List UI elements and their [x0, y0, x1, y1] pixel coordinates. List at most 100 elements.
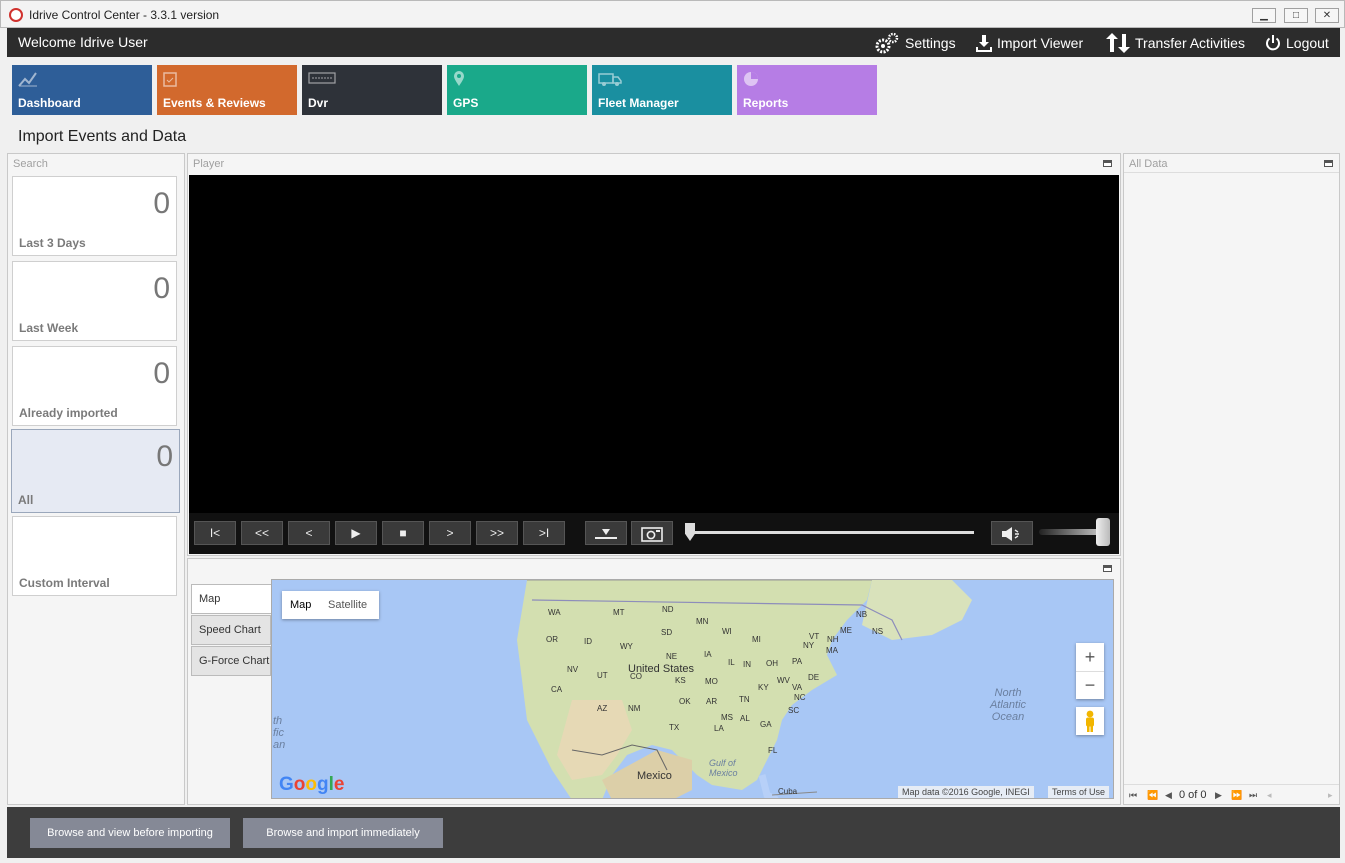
mute-button[interactable]	[991, 521, 1033, 545]
maximize-panel-icon[interactable]	[1103, 160, 1112, 167]
zoom-in-button[interactable]: +	[1076, 643, 1104, 671]
pegman-button[interactable]	[1076, 707, 1104, 735]
state-label: NM	[628, 704, 641, 713]
last-page-icon[interactable]: ⏭	[1249, 790, 1257, 801]
tab-map[interactable]: Map	[191, 584, 273, 614]
fast-forward-button[interactable]: >>	[476, 521, 518, 545]
scroll-right-icon[interactable]: ▸	[1328, 790, 1333, 801]
download-clip-button[interactable]	[585, 521, 627, 545]
state-label: NV	[567, 665, 579, 674]
window-titlebar: Idrive Control Center - 3.3.1 version ▁ …	[0, 0, 1345, 28]
minimize-button[interactable]: ▁	[1252, 8, 1276, 23]
rewind-button[interactable]: <<	[241, 521, 283, 545]
state-label: IL	[728, 658, 735, 667]
seek-bar[interactable]	[687, 531, 974, 534]
map-type-satellite[interactable]: Satellite	[328, 599, 367, 611]
zoom-out-button[interactable]: −	[1076, 671, 1104, 699]
maximize-panel-icon[interactable]	[1103, 565, 1112, 572]
state-label: WV	[777, 676, 790, 685]
all-data-panel-title: All Data	[1129, 158, 1168, 170]
state-label: PA	[792, 657, 803, 666]
volume-handle[interactable]	[1096, 518, 1110, 546]
step-forward-button[interactable]: >	[429, 521, 471, 545]
nav-tile-fleet-manager[interactable]: Fleet Manager	[592, 65, 732, 115]
nav-tile-events-reviews[interactable]: Events & Reviews	[157, 65, 297, 115]
settings-button[interactable]: Settings	[874, 32, 956, 54]
dvr-icon	[308, 71, 336, 88]
nav-tile-reports[interactable]: Reports	[737, 65, 877, 115]
prev-page-icon[interactable]: ◀	[1165, 790, 1172, 801]
map-type-map[interactable]: Map	[290, 599, 311, 611]
filter-count: 0	[153, 187, 170, 220]
state-label: DE	[808, 673, 820, 682]
last-frame-button[interactable]: >I	[523, 521, 565, 545]
state-label: KS	[675, 676, 686, 685]
tab-g-force-chart[interactable]: G-Force Chart	[191, 646, 271, 676]
sea-label: Gulf of Mexico	[709, 758, 738, 778]
ocean-label: North Atlantic Ocean	[989, 687, 1027, 723]
gears-icon	[875, 32, 899, 54]
play-button[interactable]: ▶	[335, 521, 377, 545]
state-label: IN	[743, 660, 751, 669]
state-label: NS	[872, 627, 884, 636]
import-viewer-label: Import Viewer	[997, 35, 1084, 51]
state-label: WY	[620, 642, 633, 651]
seek-handle[interactable]	[685, 523, 695, 541]
nav-tile-gps[interactable]: GPS	[447, 65, 587, 115]
tab-speed-chart[interactable]: Speed Chart	[191, 615, 271, 645]
next-block-icon[interactable]: ⏩	[1231, 790, 1242, 801]
state-label: MT	[613, 608, 625, 617]
state-label: SD	[661, 628, 673, 637]
browse-view-button[interactable]: Browse and view before importing	[30, 818, 230, 848]
footer-bar: Browse and view before importing Browse …	[7, 807, 1340, 858]
next-page-icon[interactable]: ▶	[1215, 790, 1222, 801]
state-label: FL	[768, 746, 778, 755]
google-logo: Google	[279, 774, 345, 795]
state-label: IA	[704, 650, 712, 659]
terms-link[interactable]: Terms of Use	[1048, 786, 1110, 798]
close-button[interactable]: ✕	[1315, 8, 1339, 23]
transfer-activities-button[interactable]: Transfer Activities	[1106, 33, 1245, 53]
country-label: Cuba	[778, 787, 798, 796]
video-display[interactable]	[189, 175, 1119, 513]
state-label: WI	[722, 627, 732, 636]
map-attribution: Map data ©2016 Google, INEGI	[898, 786, 1034, 798]
zoom-control: + −	[1076, 643, 1104, 699]
nav-tile-label: Dvr	[308, 96, 329, 110]
state-label: NC	[794, 693, 806, 702]
state-label: AZ	[597, 704, 608, 713]
player-panel-title: Player	[193, 158, 225, 170]
first-page-icon[interactable]: ⏮	[1129, 790, 1137, 801]
volume-slider[interactable]	[1039, 529, 1104, 535]
search-panel-title: Search	[13, 158, 48, 170]
snapshot-button[interactable]	[631, 521, 673, 545]
logout-button[interactable]: Logout	[1265, 33, 1329, 53]
filter-count: 0	[156, 440, 173, 473]
prev-block-icon[interactable]: ⏪	[1147, 790, 1158, 801]
google-map[interactable]: WA MT ND MN OR ID SD WI MI WY NE IA NV UT CO KS MO IL IN OH…	[271, 579, 1114, 799]
browse-import-button[interactable]: Browse and import immediately	[243, 818, 443, 848]
pager-status: 0 of 0	[1179, 789, 1207, 801]
step-back-button[interactable]: <	[288, 521, 330, 545]
country-label: United States	[628, 663, 695, 675]
state-label: TN	[739, 695, 750, 704]
app-logo-icon	[9, 8, 23, 22]
state-label: UT	[597, 671, 608, 680]
top-header: Welcome Idrive User Settings Import View…	[7, 28, 1340, 57]
state-label: VT	[809, 632, 820, 641]
filter-card-all[interactable]: 0 All	[11, 429, 180, 513]
scroll-left-icon[interactable]: ◂	[1267, 790, 1272, 801]
stop-button[interactable]: ■	[382, 521, 424, 545]
filter-card-last-3-days[interactable]: 0 Last 3 Days	[12, 176, 177, 256]
first-frame-button[interactable]: I<	[194, 521, 236, 545]
nav-tile-dashboard[interactable]: Dashboard	[12, 65, 152, 115]
filter-card-last-week[interactable]: 0 Last Week	[12, 261, 177, 341]
maximize-panel-icon[interactable]	[1324, 160, 1333, 167]
state-label: OR	[546, 635, 558, 644]
maximize-button[interactable]: □	[1284, 8, 1308, 23]
state-label: AL	[740, 714, 750, 723]
filter-card-custom-interval[interactable]: Custom Interval	[12, 516, 177, 596]
filter-card-already-imported[interactable]: 0 Already imported	[12, 346, 177, 426]
import-viewer-button[interactable]: Import Viewer	[976, 33, 1083, 53]
nav-tile-dvr[interactable]: Dvr	[302, 65, 442, 115]
